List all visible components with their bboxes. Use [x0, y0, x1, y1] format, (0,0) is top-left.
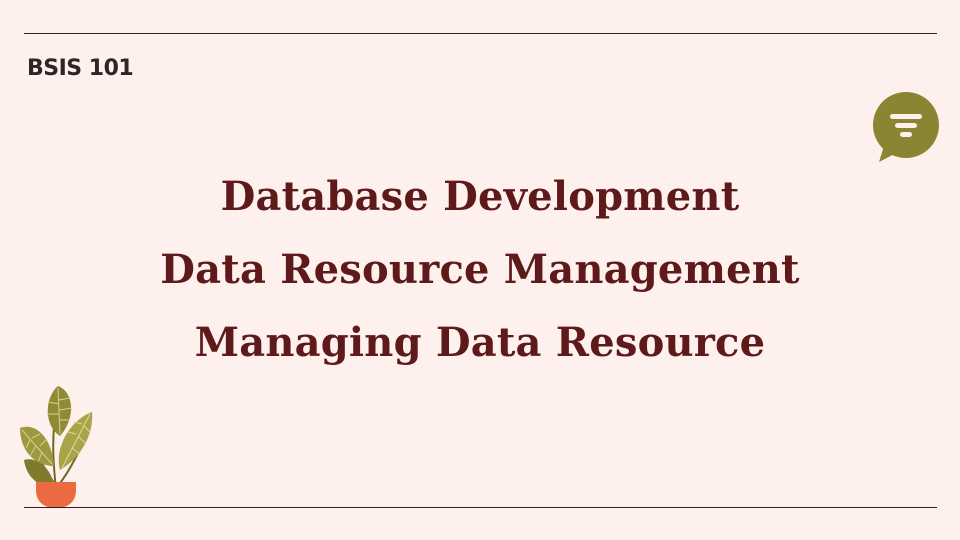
potted-plant-illustration: [20, 386, 93, 508]
slide-title: Database Development Data Resource Manag…: [0, 160, 960, 379]
title-line-database-development: Database Development: [220, 173, 740, 220]
slide: BSIS 101 Database Development Data Resou…: [0, 0, 960, 540]
bottom-divider: [24, 507, 937, 508]
title-line-data-resource-management: Data Resource Management: [160, 246, 800, 293]
course-code-label: BSIS 101: [27, 56, 134, 81]
filter-chat-bubble-icon: [873, 92, 939, 162]
title-line-managing-data-resource: Managing Data Resource: [194, 319, 766, 366]
top-divider: [24, 33, 937, 34]
